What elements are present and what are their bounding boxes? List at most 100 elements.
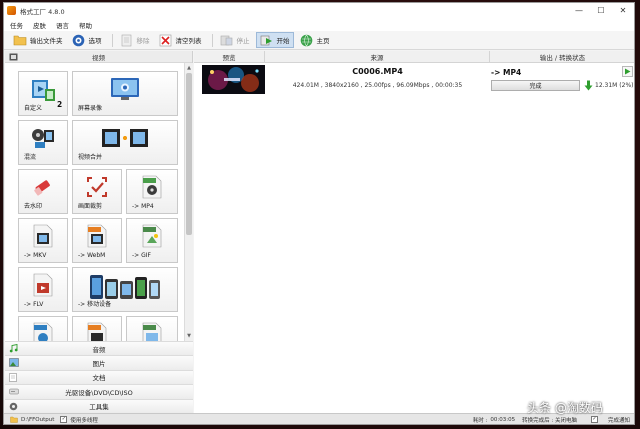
category-audio[interactable]: 音频 (5, 341, 193, 356)
tile-to-webm-label: -> WebM (78, 252, 106, 259)
scrollbar-thumb[interactable] (186, 73, 192, 235)
category-image[interactable]: 图片 (5, 355, 193, 370)
home-button[interactable]: 主页 (297, 32, 333, 48)
play-output-button[interactable] (622, 66, 633, 77)
tile-partial-mov[interactable] (18, 316, 68, 341)
tile-to-mp4-label: -> MP4 (132, 203, 154, 210)
output-folder-path[interactable]: D:\FFOutput (10, 416, 54, 423)
completion-notify-option[interactable]: ✓ 完成通知 (584, 416, 630, 424)
tile-screen-record-label: 屏幕录像 (78, 105, 103, 112)
output-size-ratio: (2%) (619, 82, 634, 89)
home-label: 主页 (316, 37, 330, 45)
app-logo-icon (7, 6, 16, 15)
toolbar: 输出文件夹 选项 移除 清空列表 停止 开始 主页 (4, 31, 634, 50)
scroll-down-arrow-icon[interactable]: ▼ (185, 332, 193, 340)
maximize-button[interactable]: ☐ (590, 3, 612, 18)
tile-to-mp4[interactable]: -> MP4 (126, 169, 178, 214)
category-image-label: 图片 (92, 360, 106, 369)
window-title: 格式工厂 4.8.0 (20, 7, 65, 16)
close-button[interactable]: ✕ (612, 3, 634, 18)
category-video-header[interactable]: 视频 (5, 51, 192, 63)
tile-to-webm[interactable]: -> WebM (72, 218, 122, 263)
category-video-label: 视频 (92, 53, 105, 62)
minimize-button[interactable]: — (568, 3, 590, 18)
source-file-info: 424.01M , 3840x2160 , 25.00fps , 96.09Mb… (292, 82, 463, 89)
crop-check-icon (85, 175, 109, 201)
stop-icon (220, 33, 234, 47)
tile-to-mobile-label: -> 移动设备 (78, 301, 112, 308)
picture-icon (9, 358, 19, 369)
tile-partial-format[interactable] (72, 316, 122, 341)
column-output-status[interactable]: 输出 / 转换状态 (490, 51, 634, 62)
stop-button[interactable]: 停止 (217, 32, 253, 48)
clear-list-button[interactable]: 清空列表 (156, 32, 205, 48)
output-folder-path-text: D:\FFOutput (21, 416, 55, 423)
options-button[interactable]: 选项 (69, 32, 105, 48)
tile-video-join[interactable]: 视频合并 (72, 120, 178, 165)
tile-to-flv[interactable]: -> FLV (18, 267, 68, 312)
tile-to-mobile[interactable]: -> 移动设备 (72, 267, 178, 312)
column-source[interactable]: 来源 (265, 51, 490, 62)
tile-to-gif[interactable]: -> GIF (126, 218, 178, 263)
tile-to-mkv[interactable]: -> MKV (18, 218, 68, 263)
tile-partial-asf[interactable] (126, 316, 178, 341)
format-factory-window: 格式工厂 4.8.0 — ☐ ✕ 任务 皮肤 语言 帮助 输出文件夹 选项 移除… (3, 2, 635, 425)
completion-notify-checkbox[interactable]: ✓ (590, 416, 598, 423)
output-format: -> MP4 (491, 68, 522, 77)
menu-task[interactable]: 任务 (10, 20, 23, 30)
video-thumbnail (202, 65, 265, 94)
tile-mux[interactable]: 混流 (18, 120, 68, 165)
function-panel: 视频 自定义 2 屏幕录像 混流 视频合并 去水印 画面裁剪 -> MP4 ->… (5, 51, 193, 413)
tile-to-gif-label: -> GIF (132, 252, 151, 259)
elapsed-label: 耗时 : (472, 417, 488, 424)
tile-remove-watermark[interactable]: 去水印 (18, 169, 68, 214)
task-list-panel: 预览 来源 输出 / 转换状态 C0006.MP4 424.01M , 3840… (194, 51, 634, 413)
output-size: 12.31M (2%) (595, 82, 633, 89)
menu-skin[interactable]: 皮肤 (33, 20, 46, 30)
category-document[interactable]: 文档 (5, 369, 193, 385)
music-note-icon (9, 343, 18, 355)
title-bar[interactable]: 格式工厂 4.8.0 — ☐ ✕ (4, 3, 634, 18)
start-button[interactable]: 开始 (255, 32, 294, 48)
menu-help[interactable]: 帮助 (79, 20, 92, 30)
tile-to-mkv-label: -> MKV (24, 252, 47, 259)
tile-crop[interactable]: 画面裁剪 (72, 169, 122, 214)
after-convert-action[interactable]: 转换完成后 : 关闭电脑 (522, 416, 577, 424)
folder-icon (13, 33, 27, 47)
stop-label: 停止 (236, 37, 250, 45)
category-disc[interactable]: 光驱设备\DVD\CD\ISO (5, 384, 193, 399)
scroll-up-arrow-icon[interactable]: ▲ (185, 64, 193, 72)
task-row[interactable]: C0006.MP4 424.01M , 3840x2160 , 25.00fps… (194, 63, 634, 95)
completion-notify-label: 完成通知 (607, 417, 630, 424)
tile-remove-watermark-label: 去水印 (24, 203, 43, 210)
mov-file-icon (32, 322, 54, 341)
tile-screen-record[interactable]: 屏幕录像 (72, 71, 178, 116)
remove-button[interactable]: 移除 (117, 32, 153, 48)
mkv-film-icon (32, 224, 54, 250)
tile-custom[interactable]: 自定义 2 (18, 71, 68, 116)
options-label: 选项 (88, 37, 102, 45)
start-label: 开始 (276, 37, 290, 45)
video-join-icon (101, 126, 149, 152)
category-audio-label: 音频 (92, 345, 106, 354)
document-icon (9, 373, 17, 384)
multithread-label: 使用多线程 (70, 417, 98, 424)
asf-file-icon (141, 322, 163, 341)
tile-custom-label: 自定义 (24, 105, 43, 112)
menu-language[interactable]: 语言 (56, 20, 69, 30)
category-toolbox-label: 工具集 (89, 403, 109, 412)
mux-film-icon (30, 126, 56, 152)
column-preview[interactable]: 预览 (194, 51, 265, 62)
source-filename: C0006.MP4 (352, 67, 403, 76)
conversion-status-bar: 完成 (491, 80, 580, 91)
category-disc-label: 光驱设备\DVD\CD\ISO (65, 388, 133, 397)
home-globe-icon (300, 33, 314, 47)
format-file-icon (86, 322, 108, 341)
play-icon (625, 68, 631, 75)
multithread-checkbox[interactable]: ✓ (60, 416, 68, 423)
tools-scrollbar[interactable]: ▲ ▼ (184, 63, 193, 341)
category-toolbox[interactable]: 工具集 (5, 398, 193, 413)
output-folder-button[interactable]: 输出文件夹 (10, 32, 66, 48)
gif-file-icon (141, 224, 163, 250)
multithread-option[interactable]: ✓ 使用多线程 (60, 416, 98, 424)
